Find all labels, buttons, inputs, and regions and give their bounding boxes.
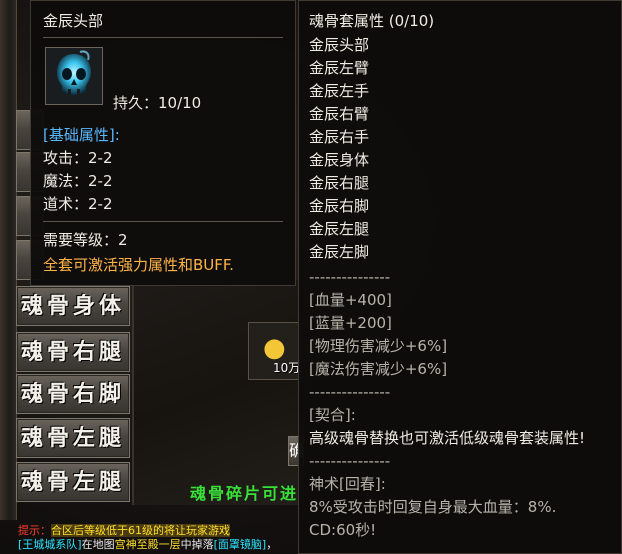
attack-stat: 攻击：2-2 bbox=[43, 149, 113, 167]
gold-item-slot[interactable]: ● 10万 bbox=[248, 322, 302, 380]
contract-header: [契合]: bbox=[309, 406, 356, 424]
set-bonus-note: 全套可激活强力属性和BUFF. bbox=[43, 256, 234, 274]
chat-location[interactable]: 宫神至殿一层 bbox=[115, 538, 181, 551]
set-piece: 金辰左腿 bbox=[309, 220, 370, 238]
cooldown-text: CD:60秒! bbox=[309, 521, 377, 539]
side-button-bone-body[interactable]: 魂骨身体 bbox=[16, 286, 130, 326]
chat-text: 中掉落 bbox=[180, 538, 214, 551]
separator: --------------- bbox=[309, 383, 391, 401]
gold-amount: 10万 bbox=[273, 361, 301, 375]
window-left-frame bbox=[0, 0, 17, 520]
chat-tag[interactable]: [王城城系队] bbox=[18, 538, 82, 551]
set-bonus: [蓝量+200] bbox=[309, 314, 392, 332]
taoism-stat: 道术：2-2 bbox=[43, 195, 113, 213]
chat-text: ， bbox=[266, 538, 278, 551]
set-title: 魂骨套属性 (0/10) bbox=[309, 12, 435, 30]
chat-line: 提示：合区后等级低于61级的将让玩家游戏 bbox=[18, 524, 303, 538]
magic-stat: 魔法：2-2 bbox=[43, 172, 113, 190]
chat-text: 在地图 bbox=[81, 538, 115, 551]
base-attributes-header: [基础属性]: bbox=[43, 126, 120, 144]
set-piece: 金辰左臂 bbox=[309, 59, 370, 77]
set-piece: 金辰左脚 bbox=[309, 243, 370, 261]
side-button-bone-right-leg[interactable]: 魂骨右腿 bbox=[16, 332, 130, 372]
chat-prefix: 提示： bbox=[18, 524, 51, 537]
required-level: 需要等级：2 bbox=[43, 231, 128, 249]
chat-tag[interactable]: [面罩镜脑] bbox=[214, 538, 267, 551]
chat-log: 提示：合区后等级低于61级的将让玩家游戏 [王城城系队]在地图宫神至殿一层中掉落… bbox=[18, 524, 303, 552]
item-tooltip: 金辰头部 持久：10/10 [基础属性]: 攻击：2-2 魔法：2-2 道术：2… bbox=[30, 0, 296, 286]
divine-skill-header: 神术[回春]: bbox=[309, 475, 386, 493]
set-bonus: [物理伤害减少+6%] bbox=[309, 337, 448, 355]
set-piece: 金辰右腿 bbox=[309, 174, 370, 192]
separator: --------------- bbox=[309, 268, 391, 286]
side-button-bone-right-foot[interactable]: 魂骨右脚 bbox=[16, 374, 130, 414]
set-piece: 金辰右臂 bbox=[309, 105, 370, 123]
set-piece: 金辰头部 bbox=[309, 36, 370, 54]
item-name: 金辰头部 bbox=[43, 12, 104, 30]
set-piece: 金辰右手 bbox=[309, 128, 370, 146]
fragment-hint-text: 魂骨碎片可进 bbox=[190, 484, 299, 503]
set-bonus: [血量+400] bbox=[309, 291, 392, 309]
separator: --------------- bbox=[309, 452, 391, 470]
set-piece: 金辰左手 bbox=[309, 82, 370, 100]
chat-line: [王城城系队]在地图宫神至殿一层中掉落[面罩镜脑]， bbox=[18, 538, 303, 552]
side-button-bone-left-leg-2[interactable]: 魂骨左腿 bbox=[16, 462, 130, 502]
set-piece: 金辰身体 bbox=[309, 151, 370, 169]
skull-icon bbox=[46, 48, 102, 104]
contract-text: 高级魂骨替换也可激活低级魂骨套装属性! bbox=[309, 429, 586, 447]
chat-message: 合区后等级低于61级的将让玩家游戏 bbox=[51, 524, 230, 537]
durability-value: 持久：10/10 bbox=[113, 94, 202, 112]
side-button-bone-left-leg[interactable]: 魂骨左腿 bbox=[16, 418, 130, 458]
set-piece: 金辰右脚 bbox=[309, 197, 370, 215]
item-icon-slot bbox=[45, 47, 103, 105]
set-bonus: [魔法伤害减少+6%] bbox=[309, 360, 448, 378]
set-tooltip: 魂骨套属性 (0/10) 金辰头部 金辰左臂 金辰左手 金辰右臂 金辰右手 金辰… bbox=[298, 0, 622, 554]
divider bbox=[43, 37, 283, 38]
divider bbox=[43, 221, 283, 222]
divine-skill-text: 8%受攻击时回复自身最大血量：8%. bbox=[309, 498, 557, 516]
content-panel bbox=[132, 280, 304, 505]
